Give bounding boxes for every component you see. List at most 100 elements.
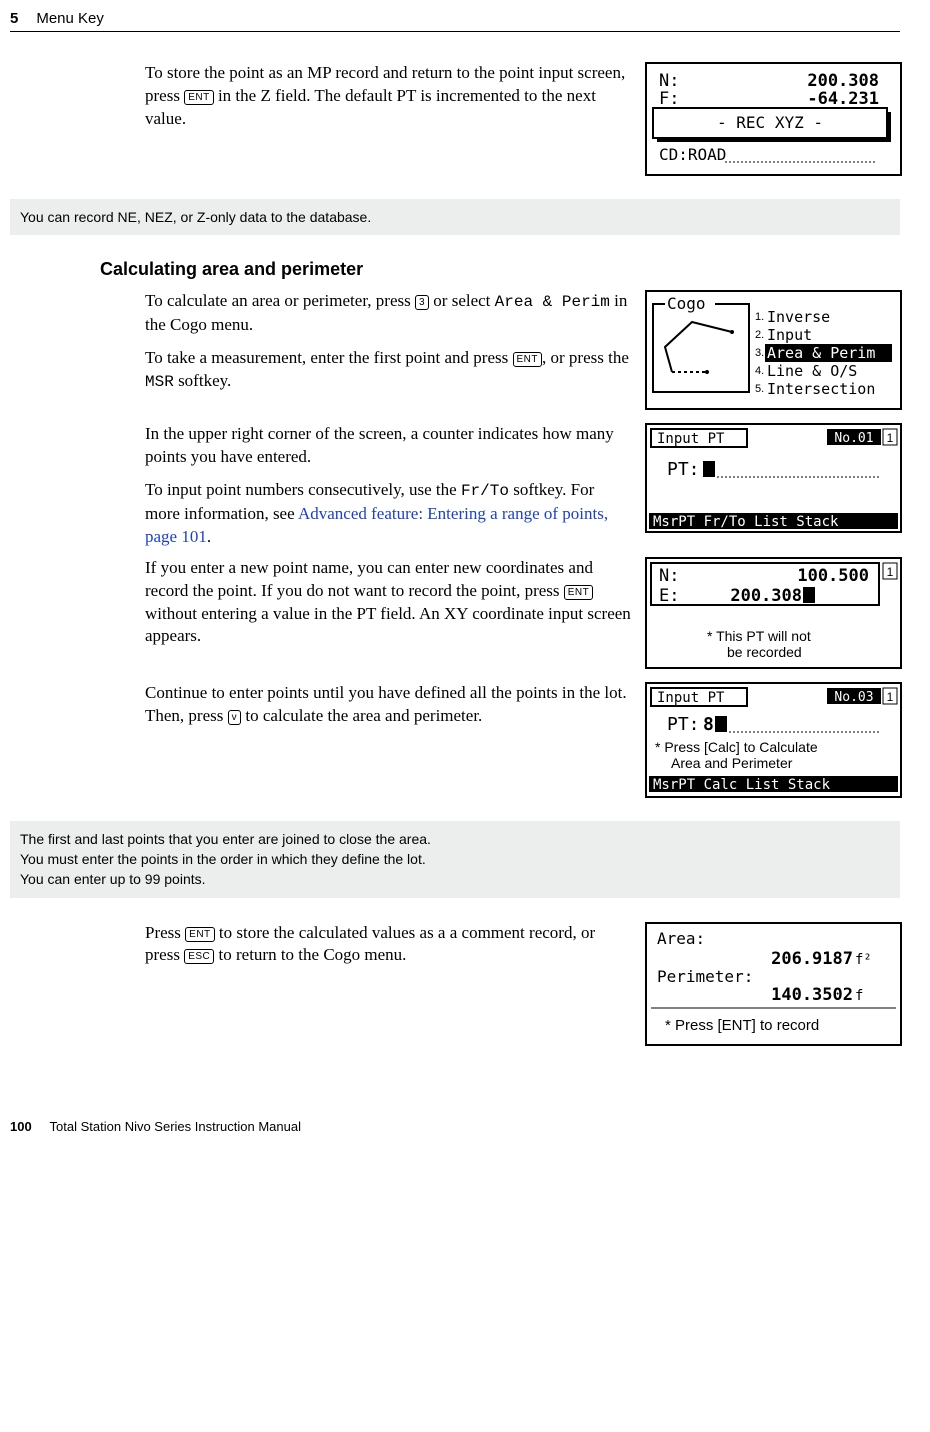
text: , or press the — [542, 348, 629, 367]
page-num: 1 — [887, 431, 894, 445]
text: To input point numbers consecutively, us… — [145, 480, 461, 499]
counter-badge: No.01 — [834, 431, 873, 446]
value-e: 200.308 — [730, 586, 802, 606]
menu-num: 1. — [755, 311, 764, 323]
cursor-icon — [803, 587, 815, 603]
note-text: be recorded — [727, 644, 802, 660]
note-text: * This PT will not — [707, 628, 811, 644]
menu-title: Cogo — [667, 294, 706, 313]
paragraph: To input point numbers consecutively, us… — [145, 479, 631, 548]
menu-item[interactable]: Inverse — [767, 308, 830, 326]
menu-num: 3. — [755, 347, 764, 359]
menu-item[interactable]: Line & O/S — [767, 362, 857, 380]
note-line: You must enter the points in the order i… — [20, 849, 890, 869]
chapter-title: Menu Key — [36, 10, 104, 27]
softkey-labels[interactable]: MsrPT Fr/To List Stack — [653, 514, 839, 530]
device-screen: N: 200.308 F: -64.231 - REC XYZ - CD:ROA… — [645, 62, 900, 181]
page-num: 1 — [887, 565, 894, 579]
label-n: N: — [659, 71, 679, 91]
paragraph: To take a measurement, enter the first p… — [145, 347, 631, 394]
menu-num: 4. — [755, 365, 764, 377]
ent-key-icon: ENT — [184, 90, 214, 105]
paragraph: To store the point as an MP record and r… — [145, 62, 631, 181]
page-num: 1 — [887, 690, 894, 704]
screen-title: Input PT — [657, 431, 725, 447]
code-text: Area & Perim — [495, 293, 610, 311]
note-line: You can enter up to 99 points. — [20, 869, 890, 889]
value-n: 200.308 — [807, 71, 879, 91]
note-text: * Press [Calc] to Calculate — [655, 739, 818, 755]
ent-key-icon: ENT — [185, 927, 215, 942]
text: If you enter a new point name, you can e… — [145, 558, 593, 600]
paragraph: To calculate an area or perimeter, press… — [145, 290, 631, 337]
device-screen: N: 100.500 E: 200.308 1 * This PT will n… — [645, 557, 900, 674]
text: or select — [429, 291, 495, 310]
paragraph: In the upper right corner of the screen,… — [145, 423, 631, 469]
page-footer: 100 Total Station Nivo Series Instructio… — [10, 1059, 900, 1134]
dot-icon — [730, 330, 734, 334]
paragraph: If you enter a new point name, you can e… — [145, 557, 631, 674]
esc-key-icon: ESC — [184, 949, 214, 964]
text: to return to the Cogo menu. — [214, 945, 406, 964]
note-text: Area and Perimeter — [671, 755, 793, 771]
code-text: MSR — [145, 373, 174, 391]
polygon-icon — [665, 322, 732, 372]
label-e: E: — [659, 586, 679, 606]
section-heading: Calculating area and perimeter — [100, 259, 900, 280]
device-screen: Input PT No.03 1 PT: 8 * Press [Calc] to… — [645, 682, 900, 803]
menu-num: 2. — [755, 329, 764, 341]
label-f: F: — [659, 89, 679, 109]
screen-title: Input PT — [657, 690, 725, 706]
code-text: Fr/To — [461, 482, 509, 500]
label-cd: CD:ROAD — [659, 145, 726, 164]
text: softkey. — [174, 371, 231, 390]
label-pt: PT: — [667, 714, 700, 735]
note-line: The first and last points that you enter… — [20, 829, 890, 849]
label-perimeter: Perimeter: — [657, 967, 753, 986]
page-number: 100 — [10, 1119, 32, 1134]
text: Press — [145, 923, 185, 942]
value-f: -64.231 — [807, 89, 879, 109]
cursor-icon — [703, 461, 715, 477]
three-key-icon: 3 — [415, 295, 429, 310]
dot-icon — [705, 370, 709, 374]
text: without entering a value in the PT field… — [145, 604, 631, 646]
ent-key-icon: ENT — [564, 585, 594, 600]
label-area: Area: — [657, 929, 705, 948]
value-perimeter: 140.3502 — [771, 985, 853, 1005]
value-pt: 8 — [703, 714, 714, 735]
note-text: * Press [ENT] to record — [665, 1017, 819, 1034]
note-box: You can record NE, NEZ, or Z-only data t… — [10, 199, 900, 235]
softkey-labels[interactable]: MsrPT Calc List Stack — [653, 777, 831, 793]
note-text: You can record NE, NEZ, or Z-only data t… — [20, 209, 371, 225]
paragraph: Continue to enter points until you have … — [145, 682, 631, 803]
ent-key-icon: ENT — [513, 352, 543, 367]
text: . — [207, 527, 211, 546]
menu-item-selected[interactable]: Area & Perim — [767, 344, 875, 362]
text: to calculate the area and perimeter. — [241, 706, 482, 725]
counter-badge: No.03 — [834, 690, 873, 705]
menu-item[interactable]: Intersection — [767, 380, 875, 398]
page-header: 5 Menu Key — [10, 10, 900, 32]
text: To take a measurement, enter the first p… — [145, 348, 513, 367]
device-screen: Input PT No.01 1 PT: MsrPT Fr/To List St… — [645, 423, 900, 548]
chapter-number: 5 — [10, 10, 18, 27]
menu-num: 5. — [755, 383, 764, 395]
cursor-icon — [715, 716, 727, 732]
note-box: The first and last points that you enter… — [10, 821, 900, 898]
manual-title: Total Station Nivo Series Instruction Ma… — [50, 1119, 301, 1134]
unit: f² — [855, 952, 872, 968]
dialog-text: - REC XYZ - — [717, 113, 823, 132]
menu-item[interactable]: Input — [767, 326, 812, 344]
value-n: 100.500 — [797, 566, 869, 586]
text: To calculate an area or perimeter, press — [145, 291, 415, 310]
label-n: N: — [659, 566, 679, 586]
device-screen: Area: 206.9187 f² Perimeter: 140.3502 f … — [645, 922, 900, 1051]
unit: f — [855, 988, 863, 1004]
cogo-frame — [653, 304, 749, 392]
down-key-icon: v — [228, 710, 242, 725]
value-area: 206.9187 — [771, 949, 853, 969]
paragraph: Press ENT to store the calculated values… — [145, 922, 631, 1051]
label-pt: PT: — [667, 459, 700, 480]
device-screen: Cogo 1. Inverse 2. Input 3. Area & Perim… — [645, 290, 900, 415]
